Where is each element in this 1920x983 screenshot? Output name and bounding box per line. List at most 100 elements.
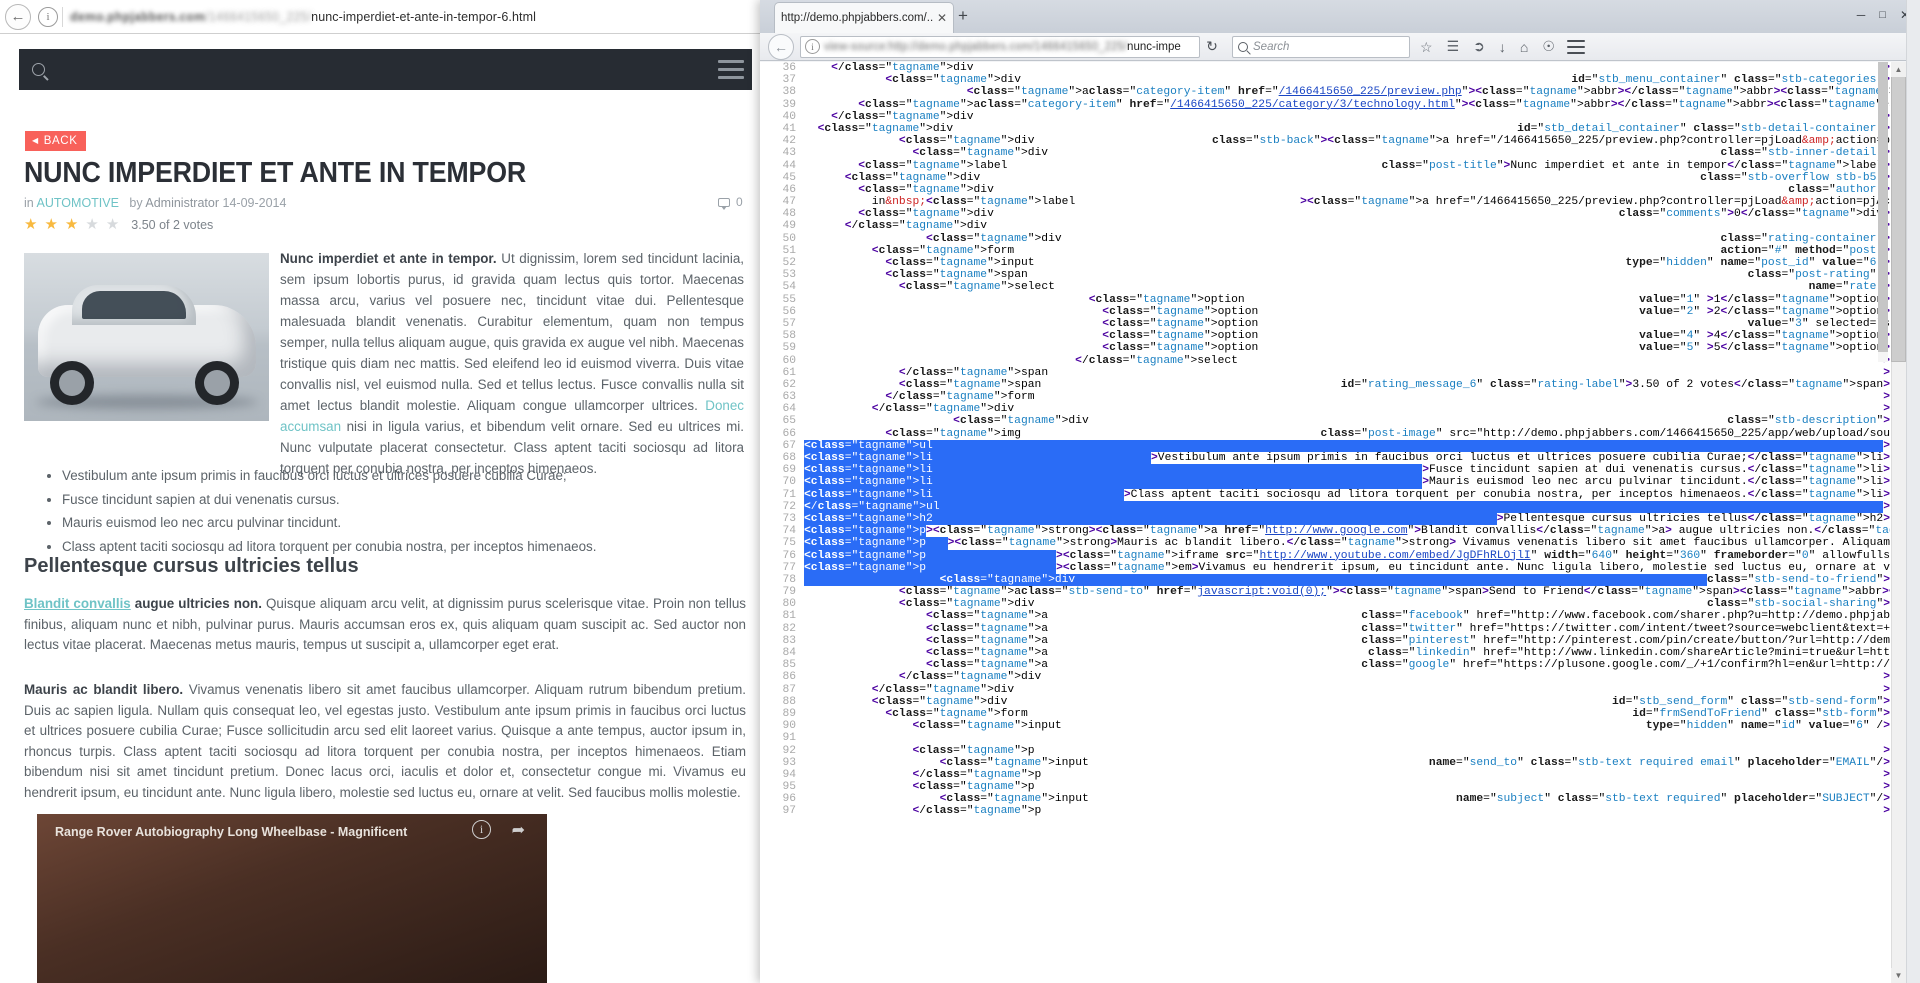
source-line: 49 </class="tagname">div> <box>772 220 1890 232</box>
list-item: Mauris euismod leo nec arcu pulvinar tin… <box>62 512 746 535</box>
source-line-code: <class="tagname">a <box>926 610 1049 623</box>
source-line-code: <class="tagname">a <box>858 98 981 111</box>
source-line: 91 <box>772 732 1890 744</box>
hamburger-menu-icon[interactable] <box>1566 39 1585 54</box>
star-icon[interactable]: ★ <box>65 217 78 232</box>
inner-scrollbar-thumb[interactable] <box>1878 62 1888 352</box>
comments-count[interactable]: 0 <box>718 195 743 210</box>
download-icon[interactable]: ↓ <box>1499 39 1506 55</box>
star-icon[interactable]: ★ <box>24 217 37 232</box>
source-line: 76 <class="tagname">p > < class =" tagname ">if… <box>772 549 1890 562</box>
source-line-code: <class="tagname">select <box>898 281 1055 294</box>
address-bar[interactable]: demo.phpjabbers.com/1466415650_225/nunc-… <box>70 10 536 24</box>
line-number: 91 <box>782 732 796 745</box>
sync-icon[interactable]: ☉ <box>1542 38 1555 55</box>
source-line: 67 <class="tagname">ul > <box>772 439 1890 452</box>
source-line: 89 <class="tagname">form id =" frmSendToFr… <box>772 708 1890 720</box>
scroll-down-arrow[interactable]: ▼ <box>1891 968 1906 983</box>
source-line: 88 <class="tagname">div id =" stb_send_for… <box>772 696 1890 708</box>
info-icon[interactable]: i <box>805 39 820 54</box>
source-code-view[interactable]: 36 </class="tagname">div>37 <class="tagn… <box>760 62 1920 983</box>
post-meta: in AUTOMOTIVE by Administrator 14-09-201… <box>24 196 286 210</box>
maximize-button[interactable]: □ <box>1879 9 1886 21</box>
share-icon[interactable]: ➦ <box>512 820 525 840</box>
close-icon[interactable]: ✕ <box>937 11 947 25</box>
line-number: 53 <box>782 269 796 282</box>
star-icon[interactable]: ★ <box>106 217 119 232</box>
star-icon[interactable]: ★ <box>44 217 57 232</box>
page-title: NUNC IMPERDIET ET ANTE IN TEMPOR <box>24 157 527 189</box>
info-icon[interactable]: i <box>472 820 491 839</box>
reload-icon[interactable]: ↻ <box>1200 36 1224 58</box>
line-number: 96 <box>782 793 796 806</box>
source-line-code: <class="tagname">a <box>926 622 1049 635</box>
pocket-icon[interactable]: ➲ <box>1473 38 1485 55</box>
search-input[interactable]: Search <box>1232 35 1410 58</box>
scrollbar-thumb[interactable] <box>1891 62 1906 362</box>
source-line: 80 <class="tagname">div class =" stb-socia… <box>772 598 1890 610</box>
source-code-lines: 36 </class="tagname">div>37 <class="tagn… <box>772 62 1890 983</box>
line-number: 83 <box>782 634 796 647</box>
blandit-convallis-link[interactable]: Blandit convallis <box>24 596 131 611</box>
line-number: 90 <box>782 720 796 733</box>
info-icon[interactable]: i <box>38 6 58 27</box>
hamburger-menu-icon[interactable] <box>718 60 744 79</box>
source-line: 85 <class="tagname">a class =" google " hre… <box>772 659 1890 671</box>
source-line: 74 <class="tagname">p > < class =" tagname ">st… <box>772 525 1890 538</box>
source-line: 55 <class="tagname">option value =" 1 " >1 <… <box>772 294 1890 306</box>
source-line-code: <class="tagname">p <box>912 781 1035 794</box>
source-line: 45 <class="tagname">div class =" stb-overf… <box>772 172 1890 184</box>
source-line: 39 <class="tagname">a class =" category-it… <box>772 99 1890 111</box>
tab-strip: http://demo.phpjabbers.com/... ✕ + ─ □ ✕ <box>760 0 1920 33</box>
star-icon[interactable]: ☆ <box>1420 40 1433 54</box>
source-line-code: </class="tagname">p <box>912 805 1042 818</box>
source-line: 68 <class="tagname">li > Vestibulum ante ip… <box>772 452 1890 465</box>
source-line-code: <class="tagname">li <box>804 464 1423 477</box>
line-number: 58 <box>782 330 796 343</box>
new-tab-icon[interactable]: + <box>958 6 968 26</box>
window-edge <box>1906 0 1920 983</box>
line-number: 42 <box>782 135 796 148</box>
source-line-code: </class="tagname">div <box>871 403 1015 416</box>
home-icon[interactable]: ⌂ <box>1520 39 1528 55</box>
source-line-code: <class="tagname">input <box>939 756 1089 769</box>
back-button[interactable]: ◀ BACK <box>25 131 87 151</box>
source-line: 36 </class="tagname">div> <box>772 62 1890 74</box>
line-number: 55 <box>782 293 796 306</box>
embedded-video[interactable]: Range Rover Autobiography Long Wheelbase… <box>37 814 547 983</box>
rating-label: 3.50 of 2 votes <box>131 217 214 232</box>
search-icon[interactable] <box>19 49 58 90</box>
source-line: 40 </class="tagname">div> <box>772 111 1890 123</box>
source-line-code: </class="tagname">ul <box>804 500 1884 513</box>
source-line: 63 </class="tagname">form > <box>772 391 1890 403</box>
source-line: 84 <class="tagname">a class =" linkedin " h… <box>772 647 1890 659</box>
source-line: 83 <class="tagname">a class =" pinterest " … <box>772 635 1890 647</box>
back-arrow-icon[interactable]: ← <box>768 33 794 60</box>
source-line: 90 <class="tagname">input type =" hidden " … <box>772 720 1890 732</box>
source-line-code: <class="tagname">div <box>898 598 1035 611</box>
tab-view-source[interactable]: http://demo.phpjabbers.com/... ✕ <box>774 2 954 33</box>
source-line-code <box>804 732 1890 744</box>
source-line-code: </class="tagname">div <box>831 110 974 123</box>
source-line-code: <class="tagname">p <box>804 561 1057 574</box>
source-line: 52 <class="tagname">input type =" hidden " … <box>772 257 1890 269</box>
line-number: 68 <box>782 452 796 464</box>
meta-category-link[interactable]: AUTOMOTIVE <box>37 196 119 210</box>
source-line: 64 </class="tagname">div > <box>772 403 1890 415</box>
line-number: 82 <box>782 622 796 635</box>
source-line: 60 </class="tagname">select> <box>772 355 1890 367</box>
library-icon[interactable]: ☰ <box>1447 38 1460 55</box>
source-line-code: in&nbsp;<class="tagname">label <box>804 196 1076 209</box>
scroll-up-arrow[interactable]: ▲ <box>1891 62 1906 77</box>
line-number: 48 <box>782 208 796 221</box>
url-host-blurred: demo.phpjabbers.com <box>70 9 206 24</box>
line-number: 86 <box>782 671 796 684</box>
line-number: 95 <box>782 781 796 794</box>
minimize-button[interactable]: ─ <box>1857 8 1866 22</box>
source-line-code: <class="tagname">li <box>804 488 1124 501</box>
address-bar[interactable]: i view-source:http://demo.phpjabbers.com… <box>800 35 1200 58</box>
source-line: 42 <class="tagname">div class =" stb-back "… <box>772 135 1890 147</box>
star-icon[interactable]: ★ <box>85 217 98 232</box>
line-number: 37 <box>782 74 796 87</box>
back-arrow-icon[interactable]: ← <box>5 3 31 30</box>
